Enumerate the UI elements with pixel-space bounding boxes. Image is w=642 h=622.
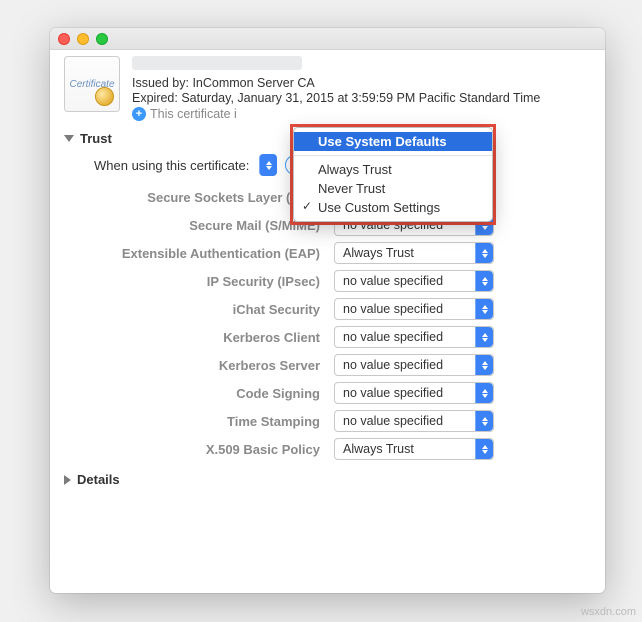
minimize-icon[interactable] — [77, 33, 89, 45]
trust-field-value: no value specified — [343, 386, 443, 400]
trust-field-row: IP Security (IPsec) no value specified — [64, 270, 591, 292]
details-section-title: Details — [77, 472, 120, 487]
details-section-header[interactable]: Details — [64, 472, 591, 487]
certificate-name-redacted — [132, 56, 302, 70]
trust-field-row: Time Stamping no value specified — [64, 410, 591, 432]
chevron-down-icon — [64, 135, 74, 142]
trust-field-label: Kerberos Server — [64, 358, 334, 373]
trust-popup-highlight: Use System Defaults Always Trust Never T… — [290, 124, 496, 225]
trust-field-dropdown[interactable]: Always Trust — [334, 438, 494, 460]
trust-field-row: Code Signing no value specified — [64, 382, 591, 404]
trust-popup-menu[interactable]: Use System Defaults Always Trust Never T… — [293, 127, 493, 222]
trust-field-label: Kerberos Client — [64, 330, 334, 345]
chevron-updown-icon — [475, 243, 493, 263]
chevron-updown-icon — [475, 299, 493, 319]
chevron-updown-icon — [475, 411, 493, 431]
trust-field-value: no value specified — [343, 274, 443, 288]
trust-field-row: X.509 Basic Policy Always Trust — [64, 438, 591, 460]
issued-by-line: Issued by: InCommon Server CA — [132, 76, 591, 90]
trust-field-row: Kerberos Server no value specified — [64, 354, 591, 376]
trust-fields: Secure Sockets Layer (SSL)no value speci… — [64, 186, 591, 460]
menu-always-trust[interactable]: Always Trust — [294, 160, 492, 179]
chevron-updown-icon — [475, 355, 493, 375]
trust-field-dropdown[interactable]: no value specified — [334, 270, 494, 292]
trust-field-dropdown[interactable]: no value specified — [334, 298, 494, 320]
trust-field-value: no value specified — [343, 414, 443, 428]
trust-field-value: Always Trust — [343, 442, 414, 456]
trust-field-dropdown[interactable]: no value specified — [334, 354, 494, 376]
trust-field-dropdown[interactable]: Always Trust — [334, 242, 494, 264]
menu-use-custom-settings[interactable]: Use Custom Settings — [294, 198, 492, 217]
expired-line: Expired: Saturday, January 31, 2015 at 3… — [132, 91, 591, 105]
trust-field-value: no value specified — [343, 358, 443, 372]
menu-use-system-defaults[interactable]: Use System Defaults — [294, 132, 492, 151]
close-icon[interactable] — [58, 33, 70, 45]
trust-field-row: Kerberos Client no value specified — [64, 326, 591, 348]
trust-field-label: IP Security (IPsec) — [64, 274, 334, 289]
trust-field-dropdown[interactable]: no value specified — [334, 326, 494, 348]
chevron-updown-icon — [475, 271, 493, 291]
trust-field-label: iChat Security — [64, 302, 334, 317]
trust-field-label: X.509 Basic Policy — [64, 442, 334, 457]
chevron-updown-icon — [475, 383, 493, 403]
trust-field-value: no value specified — [343, 302, 443, 316]
when-using-label: When using this certificate: — [94, 158, 249, 173]
trust-field-label: Time Stamping — [64, 414, 334, 429]
window-titlebar — [50, 28, 605, 50]
chevron-updown-icon — [475, 439, 493, 459]
trust-field-value: Always Trust — [343, 246, 414, 260]
trust-field-dropdown[interactable]: no value specified — [334, 382, 494, 404]
trust-section-title: Trust — [80, 131, 112, 146]
maximize-icon[interactable] — [96, 33, 108, 45]
menu-never-trust[interactable]: Never Trust — [294, 179, 492, 198]
trust-field-row: iChat Security no value specified — [64, 298, 591, 320]
trust-field-label: Extensible Authentication (EAP) — [64, 246, 334, 261]
chevron-right-icon — [64, 475, 71, 485]
window-content: Certificate Issued by: InCommon Server C… — [50, 50, 605, 497]
trust-field-dropdown[interactable]: no value specified — [334, 410, 494, 432]
certificate-header: Issued by: InCommon Server CA Expired: S… — [132, 56, 591, 121]
trust-main-dropdown-hidden[interactable] — [257, 154, 277, 176]
certificate-window: Certificate Issued by: InCommon Server C… — [50, 28, 605, 593]
plus-icon: + — [132, 107, 146, 121]
watermark: wsxdn.com — [581, 606, 636, 618]
menu-separator — [294, 155, 492, 156]
chevron-updown-icon — [475, 327, 493, 347]
validity-line: + This certificate i — [132, 107, 591, 121]
certificate-icon: Certificate — [64, 56, 120, 112]
trust-field-label: Code Signing — [64, 386, 334, 401]
trust-field-value: no value specified — [343, 330, 443, 344]
trust-field-row: Extensible Authentication (EAP) Always Tr… — [64, 242, 591, 264]
